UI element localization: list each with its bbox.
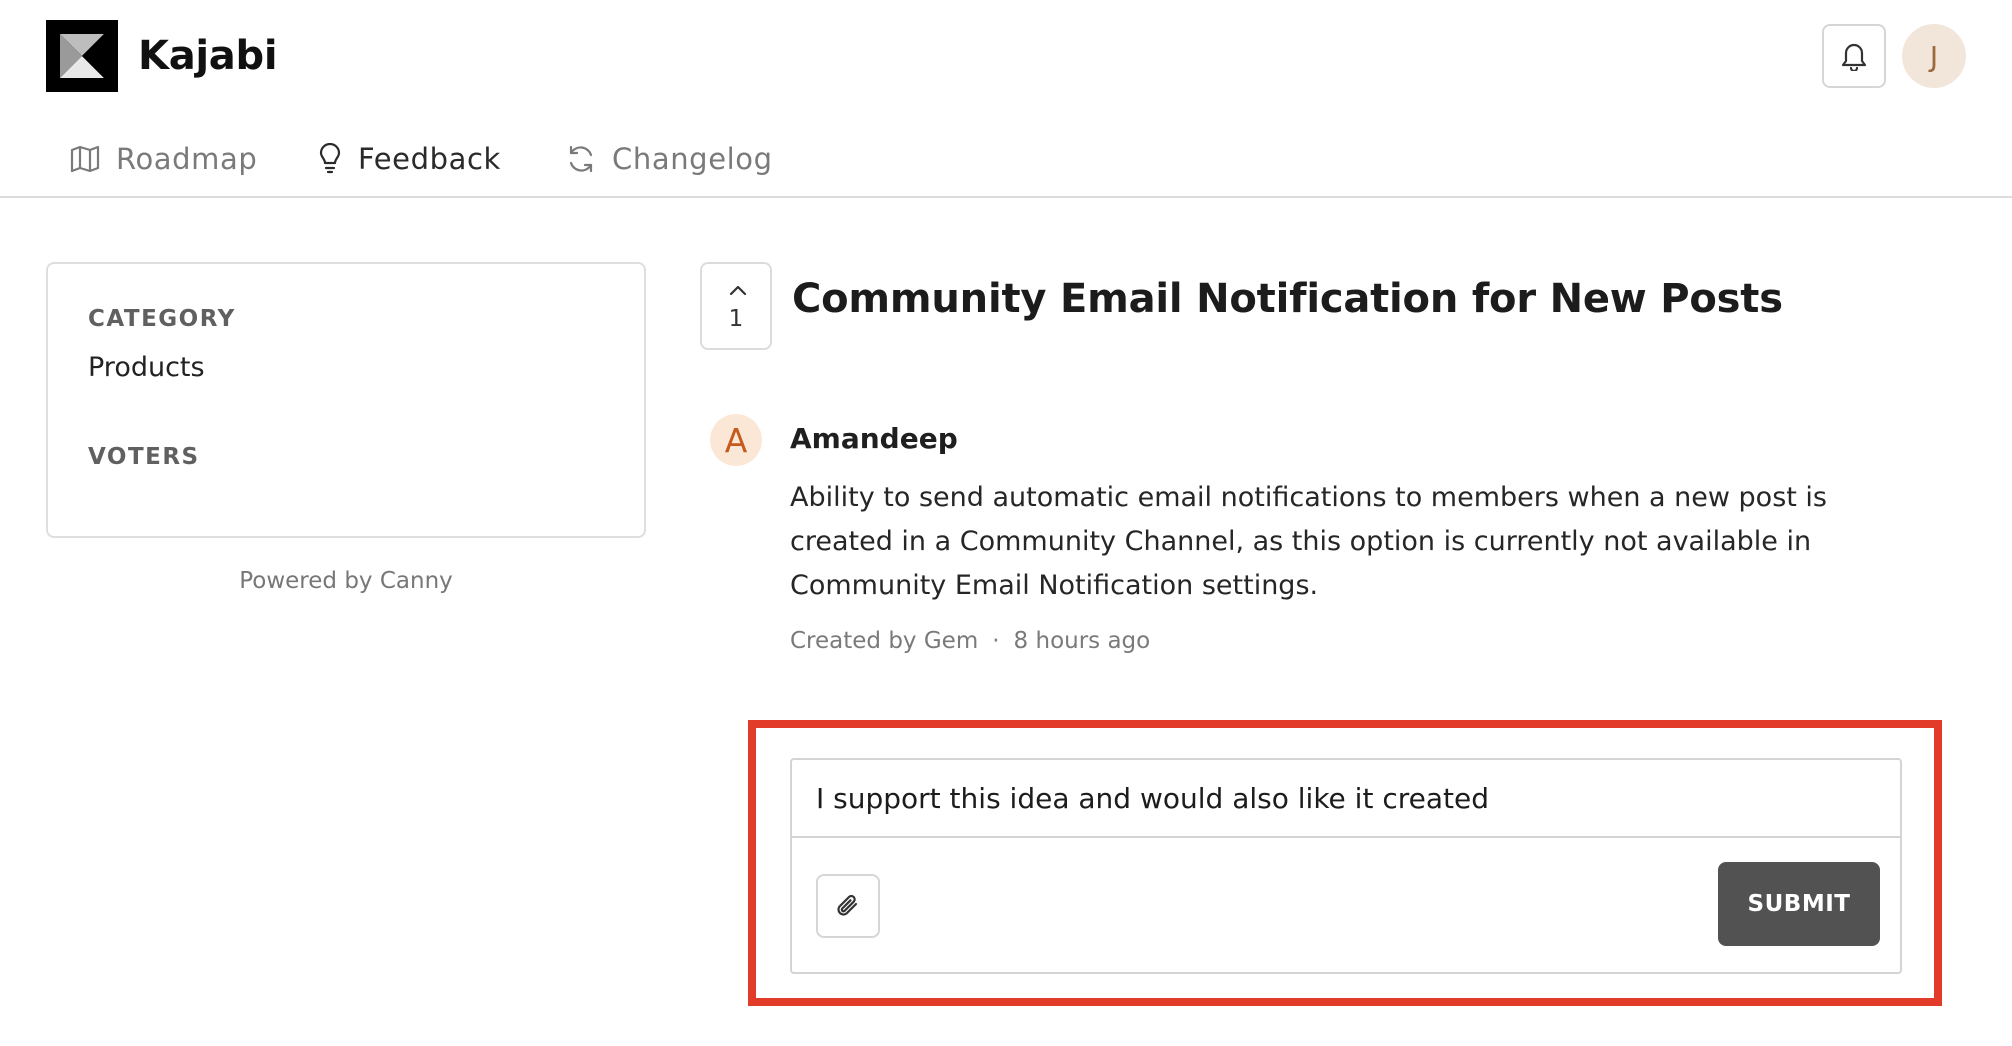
nav-label: Feedback [358,142,501,176]
nav-label: Changelog [612,142,773,176]
main-nav: Roadmap Feedback Changelog [0,120,2012,198]
bell-icon [1841,43,1867,71]
chevron-up-icon [729,285,747,296]
created-by: Created by Gem [790,628,979,654]
post-title: Community Email Notification for New Pos… [792,276,1783,322]
author-avatar: A [710,414,762,466]
vote-count: 1 [728,306,744,332]
paperclip-icon [837,894,858,916]
meta-separator: · [992,628,1000,654]
map-icon [70,145,100,173]
kajabi-logo[interactable] [46,20,118,92]
category-value: Products [88,352,205,383]
attach-file-button[interactable] [816,874,880,938]
powered-by-link[interactable]: Powered by Canny [46,568,646,594]
voters-label: VOTERS [88,444,200,470]
post-time[interactable]: 8 hours ago [1014,628,1151,654]
category-label: CATEGORY [88,306,236,332]
top-bar: Kajabi J [0,0,2012,112]
nav-feedback[interactable]: Feedback [318,134,501,184]
nav-changelog[interactable]: Changelog [566,134,773,184]
refresh-icon [569,145,593,173]
user-avatar[interactable]: J [1902,24,1966,88]
brand-name[interactable]: Kajabi [138,30,278,82]
author-name[interactable]: Amandeep [790,422,958,455]
submit-button[interactable]: SUBMIT [1718,862,1880,946]
nav-label: Roadmap [116,142,258,176]
comment-composer: I support this idea and would also like … [790,758,1902,974]
upvote-button[interactable]: 1 [700,262,772,350]
post-meta: Created by Gem · 8 hours ago [790,628,1150,654]
comment-input[interactable]: I support this idea and would also like … [792,760,1900,838]
post-body: Ability to send automatic email notifica… [790,482,1827,601]
nav-roadmap[interactable]: Roadmap [70,134,257,184]
notifications-button[interactable] [1822,24,1886,88]
post-details-card: CATEGORY Products VOTERS [46,262,646,538]
lightbulb-icon [319,143,341,174]
